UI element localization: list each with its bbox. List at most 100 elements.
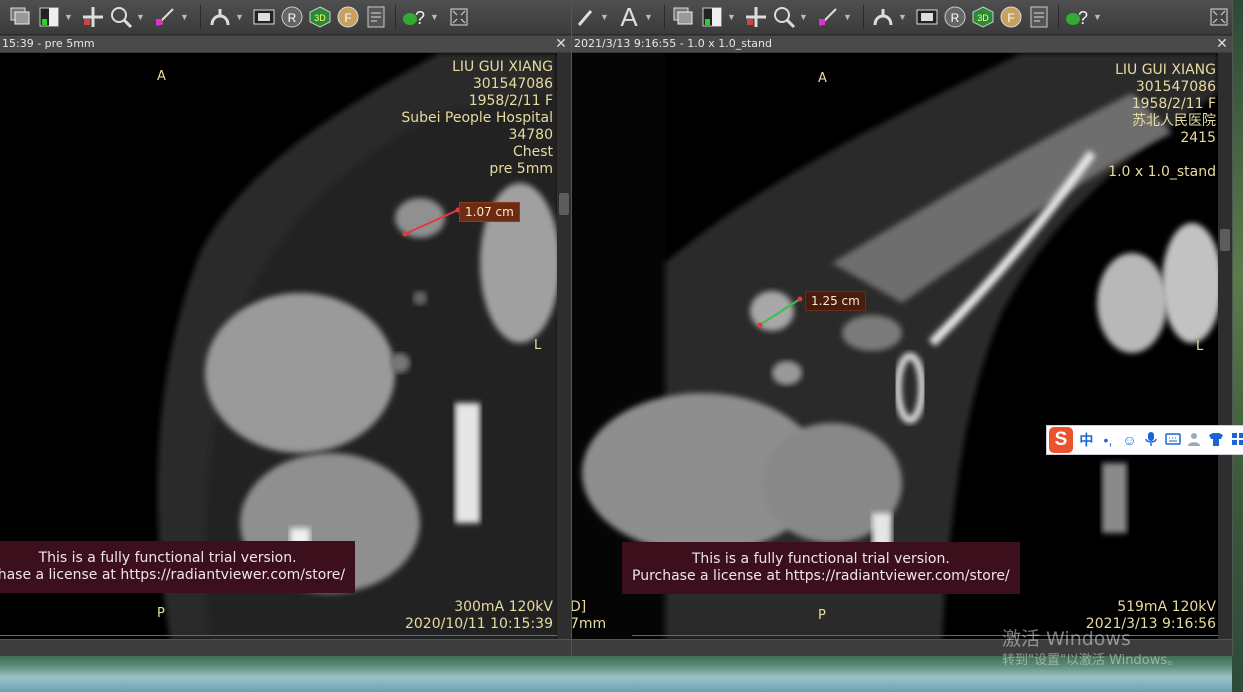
3d-icon[interactable]: 3D (307, 4, 333, 30)
help-icon[interactable]: ? (1065, 4, 1091, 30)
image-viewport-left[interactable]: A P L LIU GUI XIANG 301547086 1958/2/11 … (0, 53, 557, 640)
toolbar-divider (863, 5, 864, 29)
mpr-icon[interactable] (207, 4, 233, 30)
svg-text:R: R (951, 11, 960, 25)
trial-notice[interactable]: This is a fully functional trial version… (0, 541, 356, 593)
cine-icon[interactable] (251, 4, 277, 30)
measurement-label[interactable]: 1.25 cm (805, 291, 866, 311)
toolbar-divider (200, 5, 201, 29)
left-edge-text-top: D] (572, 599, 587, 615)
institution: 苏北人民医院 (1132, 113, 1216, 129)
series-description: 1.0 x 1.0_stand (1108, 164, 1216, 180)
close-icon[interactable]: ✕ (554, 36, 568, 52)
fusion-icon[interactable]: F (998, 4, 1024, 30)
orientation-posterior: P (157, 606, 165, 621)
orientation-posterior: P (818, 608, 826, 623)
pencil-icon[interactable] (572, 4, 598, 30)
ime-punctuation-toggle[interactable]: •, (1100, 432, 1117, 448)
patient-info-overlay: LIU GUI XIANG 301547086 1958/2/11 F Sube… (401, 59, 553, 178)
chevron-down-icon[interactable]: ▼ (600, 12, 609, 22)
acquisition-overlay: 300mA 120kV 2020/10/11 10:15:39 (405, 599, 553, 633)
report-icon[interactable] (1026, 4, 1052, 30)
sogou-logo-icon[interactable]: S (1049, 427, 1074, 453)
desktop-background-edge (1232, 0, 1243, 692)
skin-shirt-icon[interactable] (1208, 432, 1225, 449)
measure-icon[interactable] (815, 4, 841, 30)
chevron-down-icon[interactable]: ▼ (430, 12, 439, 22)
image-scrollbar[interactable] (557, 53, 571, 640)
image-scrollbar[interactable] (1218, 53, 1232, 640)
patient-id: 301547086 (1135, 79, 1216, 95)
zoom-icon[interactable] (108, 4, 134, 30)
left-edge-text-bottom: 7mm (572, 616, 607, 632)
trial-notice-line1: This is a fully functional trial version… (38, 550, 297, 566)
3d-icon[interactable]: 3D (970, 4, 996, 30)
zoom-icon[interactable] (771, 4, 797, 30)
svg-text:F: F (1007, 11, 1014, 25)
ime-toolbar[interactable]: S 中 •, ☺ (1046, 425, 1243, 455)
body-part: Chest (512, 144, 553, 160)
chevron-down-icon[interactable]: ▼ (898, 12, 907, 22)
chevron-down-icon[interactable]: ▼ (843, 12, 852, 22)
toolbar-divider (664, 5, 665, 29)
measurement-handle[interactable] (797, 296, 803, 302)
chevron-down-icon[interactable]: ▼ (136, 12, 145, 22)
measure-icon[interactable] (152, 4, 178, 30)
series-icon[interactable] (671, 4, 697, 30)
patient-name: LIU GUI XIANG (452, 59, 553, 75)
orientation-anterior: A (157, 69, 166, 84)
ime-mode-toggle[interactable]: 中 (1078, 430, 1095, 450)
keyboard-icon[interactable] (1165, 432, 1182, 448)
grid-menu-icon[interactable] (1229, 432, 1243, 448)
help-icon[interactable]: ? (402, 4, 428, 30)
trial-notice[interactable]: This is a fully functional trial version… (622, 542, 1020, 594)
svg-text:R: R (288, 11, 297, 25)
microphone-icon[interactable] (1143, 431, 1160, 450)
user-icon[interactable] (1186, 431, 1203, 450)
pan-icon[interactable] (743, 4, 769, 30)
scrollbar-thumb[interactable] (1220, 229, 1230, 251)
window-level-icon[interactable] (699, 4, 725, 30)
toolbar-divider (395, 5, 396, 29)
chevron-down-icon[interactable]: ▼ (727, 12, 736, 22)
text-annotation-icon[interactable]: A (616, 2, 642, 32)
fullscreen-icon[interactable] (446, 4, 472, 30)
cine-icon[interactable] (914, 4, 940, 30)
report-icon[interactable] (363, 4, 389, 30)
chevron-down-icon[interactable]: ▼ (64, 12, 73, 22)
chevron-down-icon[interactable]: ▼ (180, 12, 189, 22)
windows-activation-watermark-hint: 转到"设置"以激活 Windows。 (1002, 653, 1181, 668)
mpr-icon[interactable] (870, 4, 896, 30)
svg-text:3D: 3D (314, 13, 326, 23)
pan-icon[interactable] (80, 4, 106, 30)
close-icon[interactable]: ✕ (1215, 36, 1229, 52)
fullscreen-icon[interactable] (1206, 4, 1232, 30)
series-title: 2021/3/13 9:16:55 - 1.0 x 1.0_stand (574, 37, 772, 50)
svg-text:3D: 3D (977, 13, 989, 23)
acquisition-datetime: 2020/10/11 10:15:39 (404, 616, 553, 632)
smiley-icon[interactable]: ☺ (1121, 432, 1138, 448)
chevron-down-icon[interactable]: ▼ (1093, 12, 1102, 22)
left-edge-overlay: D] 7mm (572, 599, 606, 633)
measurement-label[interactable]: 1.07 cm (459, 202, 520, 222)
chevron-down-icon[interactable]: ▼ (799, 12, 808, 22)
reset-icon[interactable]: R (279, 4, 305, 30)
svg-text:?: ? (415, 8, 425, 28)
series-description: pre 5mm (489, 161, 553, 177)
toolbar-right: ▼ A ▼ ▼ ▼ ▼ ▼ R 3D F ? ▼ (572, 0, 1232, 35)
image-viewport-right[interactable]: D] 7mm A P L LIU GUI XIANG 301547086 195… (572, 53, 1218, 640)
series-icon[interactable] (8, 4, 34, 30)
chevron-down-icon[interactable]: ▼ (235, 12, 244, 22)
window-level-icon[interactable] (36, 4, 62, 30)
measurement-handle[interactable] (402, 231, 408, 237)
svg-text:?: ? (1078, 8, 1088, 28)
measurement-handle[interactable] (757, 322, 763, 328)
patient-name: LIU GUI XIANG (1115, 62, 1216, 78)
scrollbar-thumb[interactable] (559, 193, 569, 215)
pane-bottom-bar (0, 639, 571, 656)
patient-info-overlay: LIU GUI XIANG 301547086 1958/2/11 F 苏北人民… (1108, 62, 1216, 181)
fusion-icon[interactable]: F (335, 4, 361, 30)
reset-icon[interactable]: R (942, 4, 968, 30)
orientation-anterior: A (818, 71, 827, 86)
chevron-down-icon[interactable]: ▼ (644, 12, 653, 22)
